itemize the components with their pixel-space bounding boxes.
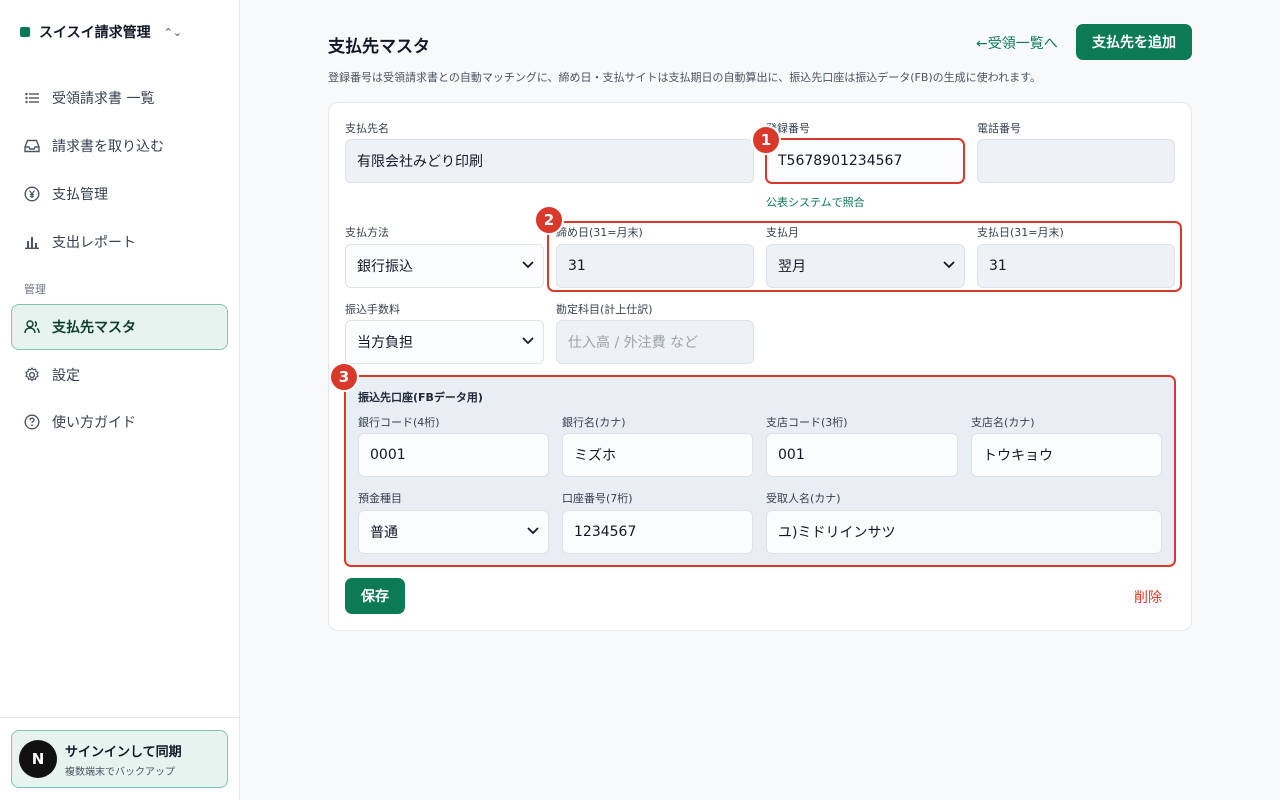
users-icon [24, 319, 40, 335]
signin-title: サインインして同期 [65, 744, 182, 760]
sidebar-item-guide[interactable]: 使い方ガイド [11, 404, 228, 440]
payment-method-select[interactable]: 銀行振込 [345, 244, 544, 288]
sidebar-item-label: 使い方ガイド [52, 415, 136, 431]
sidebar-item-payee-master[interactable]: 支払先マスタ [11, 304, 228, 350]
sidebar-item-report[interactable]: 支出レポート [11, 224, 228, 260]
transfer-fee-label: 振込手数料 [345, 303, 400, 316]
transfer-fee-select[interactable]: 当方負担 [345, 320, 544, 364]
page-description: 登録番号は受領請求書との自動マッチングに、締め日・支払サイトは支払期日の自動算出… [328, 71, 1042, 84]
gear-icon [24, 367, 40, 383]
back-to-list-link[interactable]: ←受領一覧へ [976, 33, 1058, 53]
transfer-fee-value: 当方負担 [357, 335, 413, 351]
sidebar-item-label: 支出レポート [52, 235, 136, 251]
annotation-marker-3: 3 [329, 362, 359, 392]
phone-input[interactable] [977, 139, 1175, 183]
payment-method-label: 支払方法 [345, 226, 389, 239]
signin-subtitle: 複数端末でバックアップ [65, 766, 175, 778]
add-payee-button[interactable]: 支払先を追加 [1076, 24, 1192, 60]
sidebar-divider [0, 717, 240, 718]
phone-label: 電話番号 [977, 122, 1021, 135]
avatar: N [19, 740, 57, 778]
sidebar: スイスイ請求管理 ⌃⌄ 受領請求書 一覧 請求書を取り込む 支払管理 支出レポー… [0, 0, 240, 800]
annotation-marker-2: 2 [534, 205, 564, 235]
sidebar-item-label: 受領請求書 一覧 [52, 91, 155, 107]
delete-link[interactable]: 削除 [1134, 587, 1162, 607]
account-title-label: 勘定科目(計上仕訳) [556, 303, 653, 316]
sidebar-item-import[interactable]: 請求書を取り込む [11, 128, 228, 164]
app-switcher[interactable]: スイスイ請求管理 ⌃⌄ [20, 22, 182, 42]
sidebar-item-label: 請求書を取り込む [52, 139, 164, 155]
bar-chart-icon [24, 234, 40, 250]
annotation-marker-1: 1 [751, 125, 781, 155]
page-title: 支払先マスタ [328, 37, 430, 57]
chevron-down-icon [522, 258, 534, 272]
chevron-down-icon [522, 334, 534, 348]
payee-name-label: 支払先名 [345, 122, 389, 135]
sidebar-item-label: 支払先マスタ [52, 320, 136, 336]
sidebar-item-invoice-list[interactable]: 受領請求書 一覧 [11, 80, 228, 116]
sidebar-item-label: 支払管理 [52, 187, 108, 203]
account-title-input[interactable]: 仕入高 / 外注費 など [556, 320, 754, 364]
payee-name-input[interactable]: 有限会社みどり印刷 [345, 139, 754, 183]
payment-method-value: 銀行振込 [357, 259, 413, 275]
chevron-up-down-icon: ⌃⌄ [163, 25, 183, 39]
list-icon [24, 90, 40, 106]
annotation-highlight-2 [547, 221, 1182, 292]
sidebar-section-label: 管理 [24, 283, 46, 296]
inbox-icon [24, 138, 40, 154]
signin-sync-button[interactable]: N サインインして同期 複数端末でバックアップ [11, 730, 228, 788]
brand-logo-icon [20, 27, 30, 37]
annotation-highlight-3 [344, 375, 1176, 567]
verify-registration-link[interactable]: 公表システムで照合 [766, 194, 865, 210]
sidebar-item-settings[interactable]: 設定 [11, 357, 228, 393]
app-title: スイスイ請求管理 [39, 25, 151, 41]
save-button[interactable]: 保存 [345, 578, 405, 614]
yen-icon [24, 186, 40, 202]
help-icon [24, 414, 40, 430]
sidebar-item-label: 設定 [52, 368, 80, 384]
sidebar-item-payments[interactable]: 支払管理 [11, 176, 228, 212]
annotation-highlight-1 [765, 138, 965, 184]
